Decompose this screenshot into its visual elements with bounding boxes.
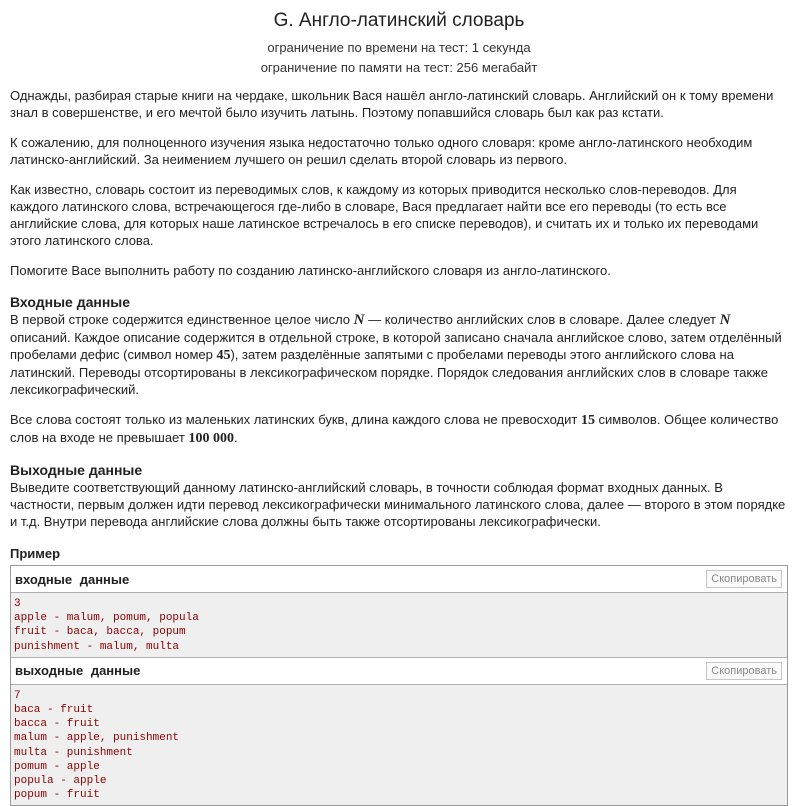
example-input-label: входные данные	[15, 571, 130, 587]
problem-title: G. Англо-латинский словарь	[273, 10, 525, 31]
copy-input-button[interactable]: Скопировать	[706, 570, 782, 588]
variable-n-2: N	[719, 312, 731, 328]
output-specification: Выходные данные Выведите соответствующий…	[10, 461, 788, 530]
memory-limit: ограничение по памяти на тест: 256 мегаб…	[260, 60, 538, 75]
output-paragraph-1: Выведите соответствующий данному латинск…	[10, 480, 786, 529]
number-45: 45	[216, 348, 231, 363]
time-limit: ограничение по времени на тест: 1 секунд…	[267, 40, 531, 55]
input-paragraph-1: В первой строке содержится единственное …	[10, 311, 788, 398]
legend-paragraph-1: Однажды, разбирая старые книги на чердак…	[10, 88, 774, 120]
problem-statement: G. Англо-латинский словарь ограничение п…	[10, 0, 788, 806]
input-text-g: .	[233, 430, 238, 445]
input-text-e: Все слова состоят только из маленьких ла…	[10, 412, 581, 427]
legend-paragraph-3: Как известно, словарь состоит из перевод…	[10, 182, 759, 248]
legend: Однажды, разбирая старые книги на чердак…	[10, 87, 788, 279]
legend-paragraph-2: К сожалению, для полноценного изучения я…	[10, 135, 753, 167]
input-section-title: Входные данные	[10, 294, 131, 310]
example-title: Пример	[10, 546, 61, 561]
input-text-a: В первой строке содержится единственное …	[10, 312, 354, 327]
limits-block: ограничение по времени на тест: 1 секунд…	[10, 38, 788, 78]
output-section-title: Выходные данные	[10, 462, 143, 478]
input-specification: Входные данные В первой строке содержитс…	[10, 293, 788, 447]
copy-output-button[interactable]: Скопировать	[706, 661, 782, 680]
number-15: 15	[580, 413, 595, 428]
input-paragraph-2: Все слова состоят только из маленьких ла…	[10, 411, 788, 447]
example-output-label: выходные данные	[15, 663, 141, 679]
example-box: входные данные Скопировать 3 apple - mal…	[10, 565, 788, 806]
legend-paragraph-4: Помогите Васе выполнить работу по создан…	[10, 263, 611, 278]
variable-n: N	[353, 312, 365, 328]
input-text-b: — количество английских слов в словаре. …	[364, 312, 720, 327]
number-100000: 100 000	[188, 431, 234, 446]
example-output-header: выходные данные Скопировать	[11, 656, 787, 685]
example-input-text[interactable]: 3 apple - malum, pomum, popula fruit - b…	[11, 593, 787, 657]
example-input-header: входные данные Скопировать	[11, 566, 787, 593]
example-output-text[interactable]: 7 baca - fruit bacca - fruit malum - app…	[11, 684, 787, 806]
